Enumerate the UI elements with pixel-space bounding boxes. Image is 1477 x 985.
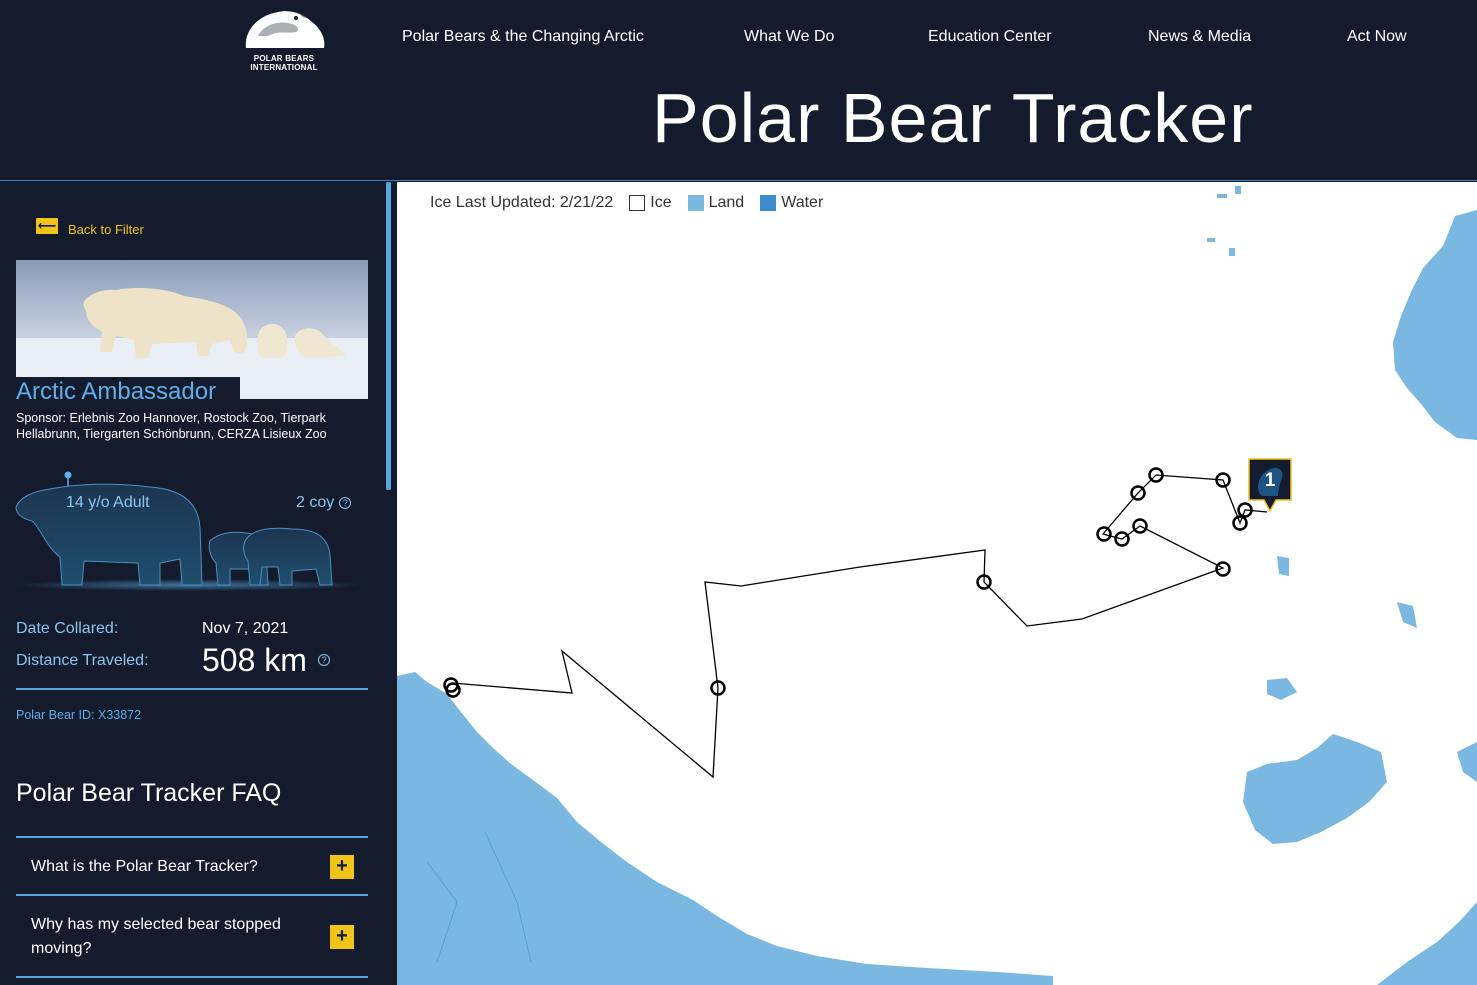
distance-traveled-value: 508 km	[202, 642, 307, 678]
bear-location-marker[interactable]: 1	[1248, 458, 1292, 513]
help-icon[interactable]: ?	[339, 497, 352, 509]
land-area	[1393, 210, 1477, 440]
land-area	[397, 672, 1053, 985]
land-area	[1235, 186, 1241, 194]
water-swatch	[760, 195, 777, 211]
nav-education-center[interactable]: Education Center	[928, 28, 1052, 46]
land-area	[1207, 238, 1215, 242]
plus-icon[interactable]: +	[330, 855, 354, 879]
divider	[16, 688, 368, 690]
plus-icon[interactable]: +	[330, 925, 354, 949]
faq-item[interactable]: Why has my selected bear stopped moving?…	[16, 894, 368, 978]
back-to-filter-button[interactable]: ⟵ Back to Filter	[36, 218, 144, 237]
ice-swatch	[629, 195, 646, 211]
tracker-map[interactable]: Ice Last Updated: 2/21/22 Ice Land Water…	[397, 182, 1477, 985]
bear-family-icon	[15, 471, 365, 591]
ice-updated-label: Ice Last Updated: 2/21/22	[430, 194, 614, 211]
logo-line-2: INTERNATIONAL	[250, 63, 318, 72]
nav-act-now[interactable]: Act Now	[1347, 28, 1407, 46]
site-header: POLAR BEARS INTERNATIONAL Polar Bears & …	[0, 0, 1477, 181]
faq-title: Polar Bear Tracker FAQ	[16, 779, 282, 807]
sponsor-text: Sponsor: Erlebnis Zoo Hannover, Rostock …	[16, 411, 327, 441]
legend-land-label: Land	[708, 194, 745, 211]
faq-question: What is the Polar Bear Tracker?	[31, 858, 258, 875]
land-area	[1217, 194, 1227, 198]
nav-news-media[interactable]: News & Media	[1148, 28, 1251, 46]
legend-water-label: Water	[781, 194, 824, 211]
nav-polar-bears-changing-arctic[interactable]: Polar Bears & the Changing Arctic	[402, 28, 644, 46]
marker-number: 1	[1264, 470, 1276, 491]
logo-line-1: POLAR BEARS	[253, 54, 315, 63]
bear-age-label: 14 y/o Adult	[66, 494, 150, 511]
arrow-left-icon: ⟵	[36, 218, 58, 234]
land-area	[1229, 248, 1235, 256]
sidebar-scrollbar[interactable]	[386, 182, 391, 490]
land-area	[1457, 742, 1477, 782]
main-nav: Polar Bears & the Changing Arctic What W…	[0, 28, 1477, 52]
logo-text: POLAR BEARS INTERNATIONAL	[238, 54, 330, 72]
bear-name: Arctic Ambassador	[16, 377, 241, 407]
distance-traveled-label: Distance Traveled:	[16, 652, 149, 669]
bear-info-sidebar: ⟵ Back to Filter Arctic Ambassador Spons…	[0, 182, 397, 985]
legend-ice-label: Ice	[650, 194, 672, 211]
land-area	[1377, 902, 1477, 985]
land-area	[1277, 556, 1289, 576]
date-collared-value: Nov 7, 2021	[202, 620, 289, 637]
back-to-filter-label: Back to Filter	[68, 221, 144, 237]
land-area	[1397, 602, 1417, 628]
cubs-count: 2 coy	[296, 494, 335, 511]
bear-id: Polar Bear ID: X33872	[16, 708, 142, 722]
cubs-label: 2 coy ?	[296, 494, 352, 512]
land-area	[1243, 734, 1387, 844]
map-canvas[interactable]	[397, 182, 1477, 985]
date-collared-label: Date Collared:	[16, 620, 119, 637]
map-legend: Ice Last Updated: 2/21/22 Ice Land Water	[430, 194, 823, 212]
page-title: Polar Bear Tracker	[652, 79, 1254, 157]
land-area	[1267, 678, 1297, 700]
help-icon[interactable]: ?	[318, 654, 330, 666]
land-swatch	[687, 195, 704, 211]
faq-item[interactable]: What is the Polar Bear Tracker? +	[16, 836, 368, 894]
nav-what-we-do[interactable]: What We Do	[744, 28, 834, 46]
faq-question: Why has my selected bear stopped moving?	[31, 916, 281, 957]
